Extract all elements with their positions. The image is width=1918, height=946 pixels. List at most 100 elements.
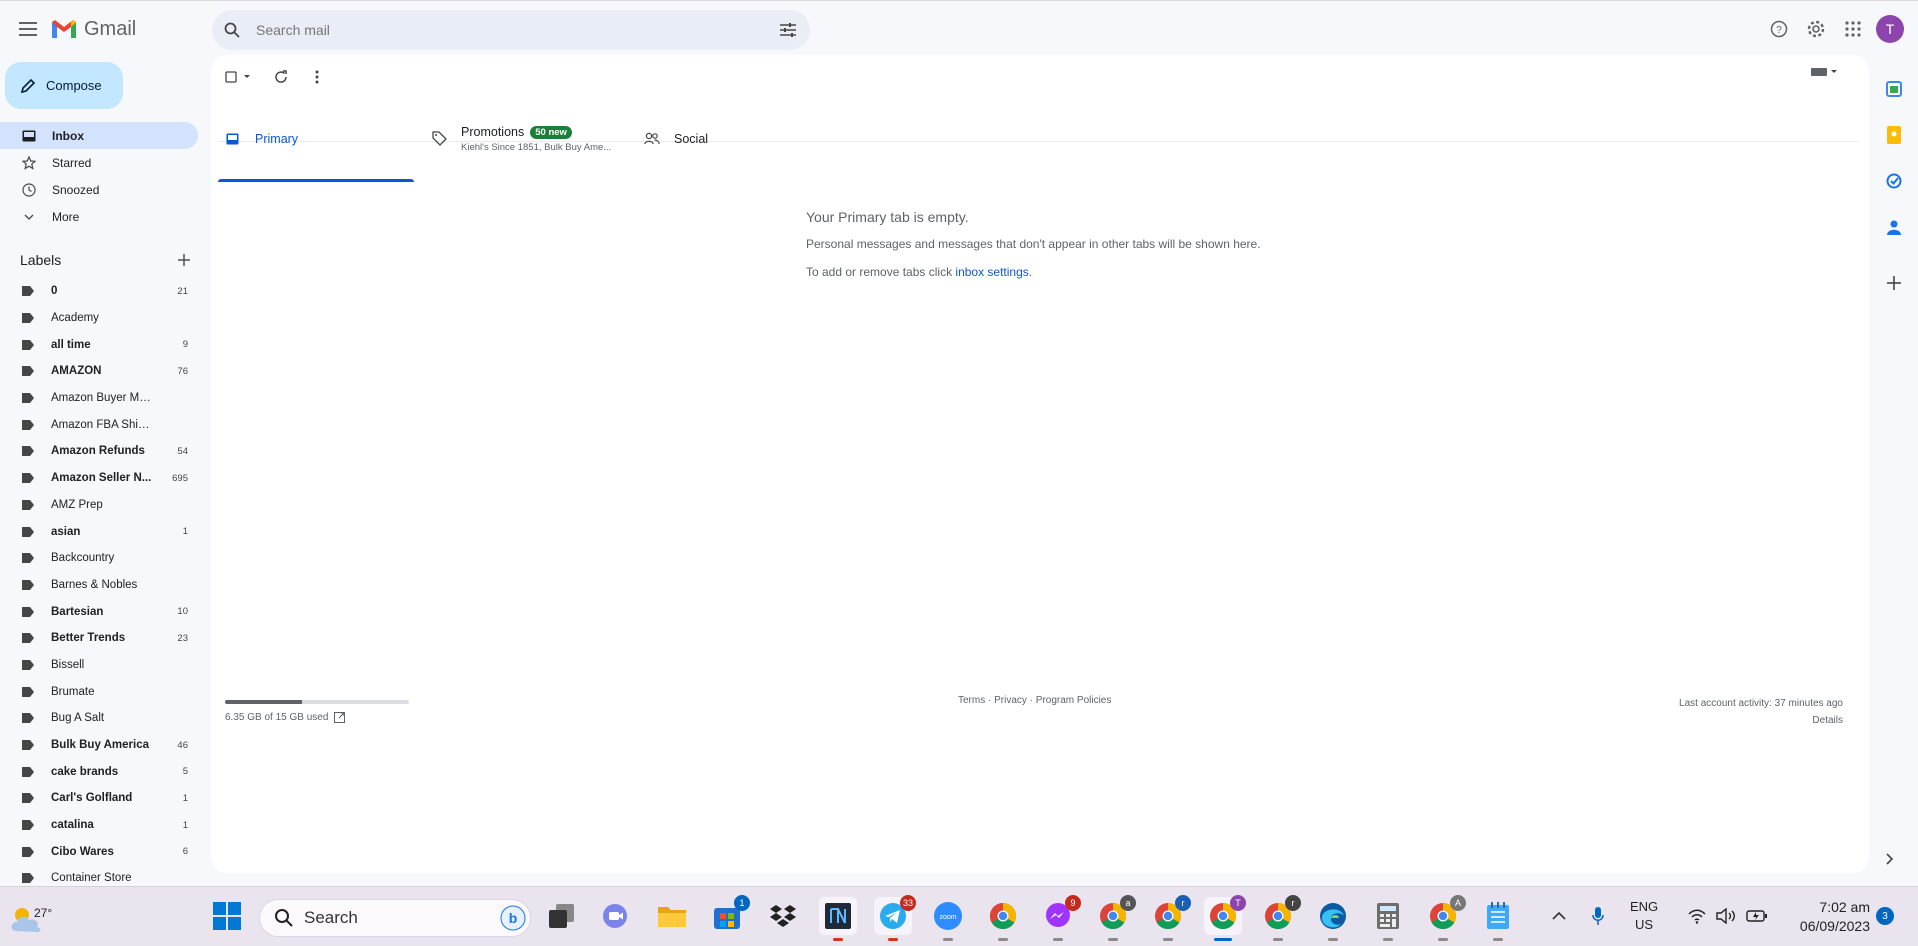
clock-icon bbox=[21, 182, 37, 198]
label-item[interactable]: catalina 1 bbox=[0, 812, 198, 839]
label-item[interactable]: Bartesian 10 bbox=[0, 598, 198, 625]
label-item[interactable]: Amazon Seller N... 695 bbox=[0, 465, 198, 492]
battery-icon[interactable] bbox=[1746, 909, 1768, 923]
compose-button[interactable]: Compose bbox=[5, 62, 123, 109]
expand-side-panel-icon[interactable] bbox=[1885, 853, 1895, 868]
svg-text:?: ? bbox=[1776, 25, 1782, 36]
tab-promotions[interactable]: Promotions 50 new Kiehl's Since 1851, Bul… bbox=[432, 95, 632, 182]
label-item[interactable]: Better Trends 23 bbox=[0, 625, 198, 652]
label-item[interactable]: Amazon Refunds 54 bbox=[0, 438, 198, 465]
tab-promotions-text: Promotions 50 new Kiehl's Since 1851, Bul… bbox=[461, 124, 611, 153]
tab-social[interactable]: Social bbox=[644, 95, 804, 182]
settings-gear-icon[interactable] bbox=[1802, 15, 1830, 43]
label-item[interactable]: Container Store bbox=[0, 865, 198, 886]
notepad-app[interactable] bbox=[1479, 897, 1517, 941]
label-item[interactable]: asian 1 bbox=[0, 518, 198, 545]
help-icon[interactable]: ? bbox=[1765, 15, 1793, 43]
contacts-icon[interactable] bbox=[1876, 204, 1912, 250]
label-item[interactable]: Cibo Wares 6 bbox=[0, 838, 198, 865]
input-tools-toggle[interactable] bbox=[1811, 67, 1841, 77]
notification-count-badge[interactable]: 3 bbox=[1876, 907, 1894, 925]
label-tag-icon bbox=[22, 339, 34, 350]
nav-item-more[interactable]: More bbox=[0, 203, 198, 230]
windows-logo-icon bbox=[213, 902, 241, 930]
search-input[interactable] bbox=[256, 22, 736, 38]
label-item[interactable]: 0 21 bbox=[0, 278, 198, 305]
microphone-icon[interactable] bbox=[1592, 906, 1604, 926]
label-item[interactable]: Backcountry bbox=[0, 545, 198, 572]
chrome-app-profile-r2[interactable]: r bbox=[1259, 895, 1301, 941]
label-item[interactable]: Carl's Golfland 1 bbox=[0, 785, 198, 812]
empty-state-message: Personal messages and messages that don'… bbox=[806, 237, 1261, 251]
calculator-app[interactable] bbox=[1369, 897, 1407, 941]
nav-item-starred[interactable]: Starred bbox=[0, 149, 198, 176]
label-item[interactable]: Barnes & Nobles bbox=[0, 572, 198, 599]
label-item[interactable]: Amazon Buyer Message bbox=[0, 385, 198, 412]
inbox-settings-link[interactable]: inbox settings bbox=[955, 265, 1028, 279]
start-button[interactable] bbox=[208, 897, 246, 935]
get-addons-icon[interactable] bbox=[1876, 260, 1912, 306]
label-item[interactable]: Bug A Salt bbox=[0, 705, 198, 732]
tag-icon bbox=[432, 131, 447, 146]
nav-item-inbox[interactable]: Inbox bbox=[0, 122, 198, 149]
calendar-icon[interactable] bbox=[1876, 66, 1912, 112]
select-all-checkbox[interactable] bbox=[223, 65, 257, 89]
teams-chat-app[interactable] bbox=[598, 897, 636, 935]
activity-details-link[interactable]: Details bbox=[1679, 712, 1843, 729]
svg-text:zoom: zoom bbox=[939, 914, 956, 921]
search-options-icon[interactable] bbox=[778, 20, 798, 40]
chrome-app-photo[interactable] bbox=[984, 897, 1022, 941]
microsoft-store-app[interactable]: 1 bbox=[708, 895, 750, 935]
search-icon[interactable] bbox=[222, 20, 242, 40]
chrome-app-profile-r[interactable]: r bbox=[1149, 895, 1191, 941]
more-options-button[interactable] bbox=[305, 65, 329, 89]
footer-links[interactable]: Terms · Privacy · Program Policies bbox=[958, 695, 1111, 706]
taskbar-search[interactable]: Search b bbox=[259, 899, 531, 937]
label-item[interactable]: Academy bbox=[0, 305, 198, 332]
label-item[interactable]: cake brands 5 bbox=[0, 758, 198, 785]
label-name: Barnes & Nobles bbox=[51, 578, 138, 591]
open-external-icon[interactable] bbox=[334, 712, 346, 723]
label-tag-icon bbox=[22, 446, 34, 457]
dropbox-app[interactable] bbox=[764, 897, 802, 935]
nav-item-snoozed[interactable]: Snoozed bbox=[0, 176, 198, 203]
label-item[interactable]: AMZ Prep bbox=[0, 492, 198, 519]
volume-icon[interactable] bbox=[1716, 908, 1736, 924]
chrome-app-profile-a2[interactable]: A bbox=[1424, 895, 1466, 941]
keep-notes-icon[interactable] bbox=[1876, 112, 1912, 158]
task-view-button[interactable] bbox=[543, 897, 581, 935]
chrome-app-profile-a[interactable]: a bbox=[1094, 895, 1136, 941]
input-language-indicator[interactable]: ENG US bbox=[1630, 898, 1658, 934]
file-explorer-app[interactable] bbox=[653, 897, 691, 935]
apps-grid-icon[interactable] bbox=[1839, 15, 1867, 43]
tab-primary[interactable]: Primary bbox=[218, 95, 414, 182]
refresh-button[interactable] bbox=[269, 65, 293, 89]
label-item[interactable]: Bissell bbox=[0, 652, 198, 679]
messenger-app[interactable]: 9 bbox=[1039, 895, 1081, 941]
gmail-logo[interactable]: Gmail bbox=[50, 15, 136, 43]
chrome-app-profile-t[interactable]: T bbox=[1204, 895, 1246, 941]
label-item[interactable]: all time 9 bbox=[0, 331, 198, 358]
label-item[interactable]: Brumate bbox=[0, 678, 198, 705]
tasks-icon[interactable] bbox=[1876, 158, 1912, 204]
windows-taskbar: 27° Search b 1 33 zoom 9 a r T r A ENG U… bbox=[0, 886, 1918, 946]
running-indicator bbox=[888, 938, 898, 941]
label-item[interactable]: AMAZON 76 bbox=[0, 358, 198, 385]
wifi-icon[interactable] bbox=[1688, 908, 1706, 924]
zoom-app[interactable]: zoom bbox=[929, 897, 967, 941]
chevron-up-icon[interactable] bbox=[1552, 911, 1566, 920]
system-clock[interactable]: 7:02 am 06/09/2023 bbox=[1780, 898, 1870, 936]
telegram-app[interactable]: 33 bbox=[874, 895, 916, 941]
label-tag-icon bbox=[22, 686, 34, 697]
account-avatar[interactable]: T bbox=[1876, 15, 1904, 43]
inbox-tabs: Primary Promotions 50 new Kiehl's Since 1… bbox=[218, 95, 1858, 197]
main-menu-button[interactable] bbox=[14, 15, 42, 43]
add-label-icon[interactable] bbox=[178, 254, 190, 266]
weather-widget[interactable]: 27° bbox=[10, 897, 52, 937]
label-item[interactable]: Amazon FBA Shipments bbox=[0, 411, 198, 438]
mail-nav: Inbox Starred Snoozed More bbox=[0, 122, 198, 230]
dropbox-icon bbox=[770, 905, 796, 927]
code-editor-app[interactable] bbox=[819, 897, 857, 941]
label-item[interactable]: Bulk Buy America 46 bbox=[0, 732, 198, 759]
edge-app[interactable] bbox=[1314, 897, 1352, 941]
